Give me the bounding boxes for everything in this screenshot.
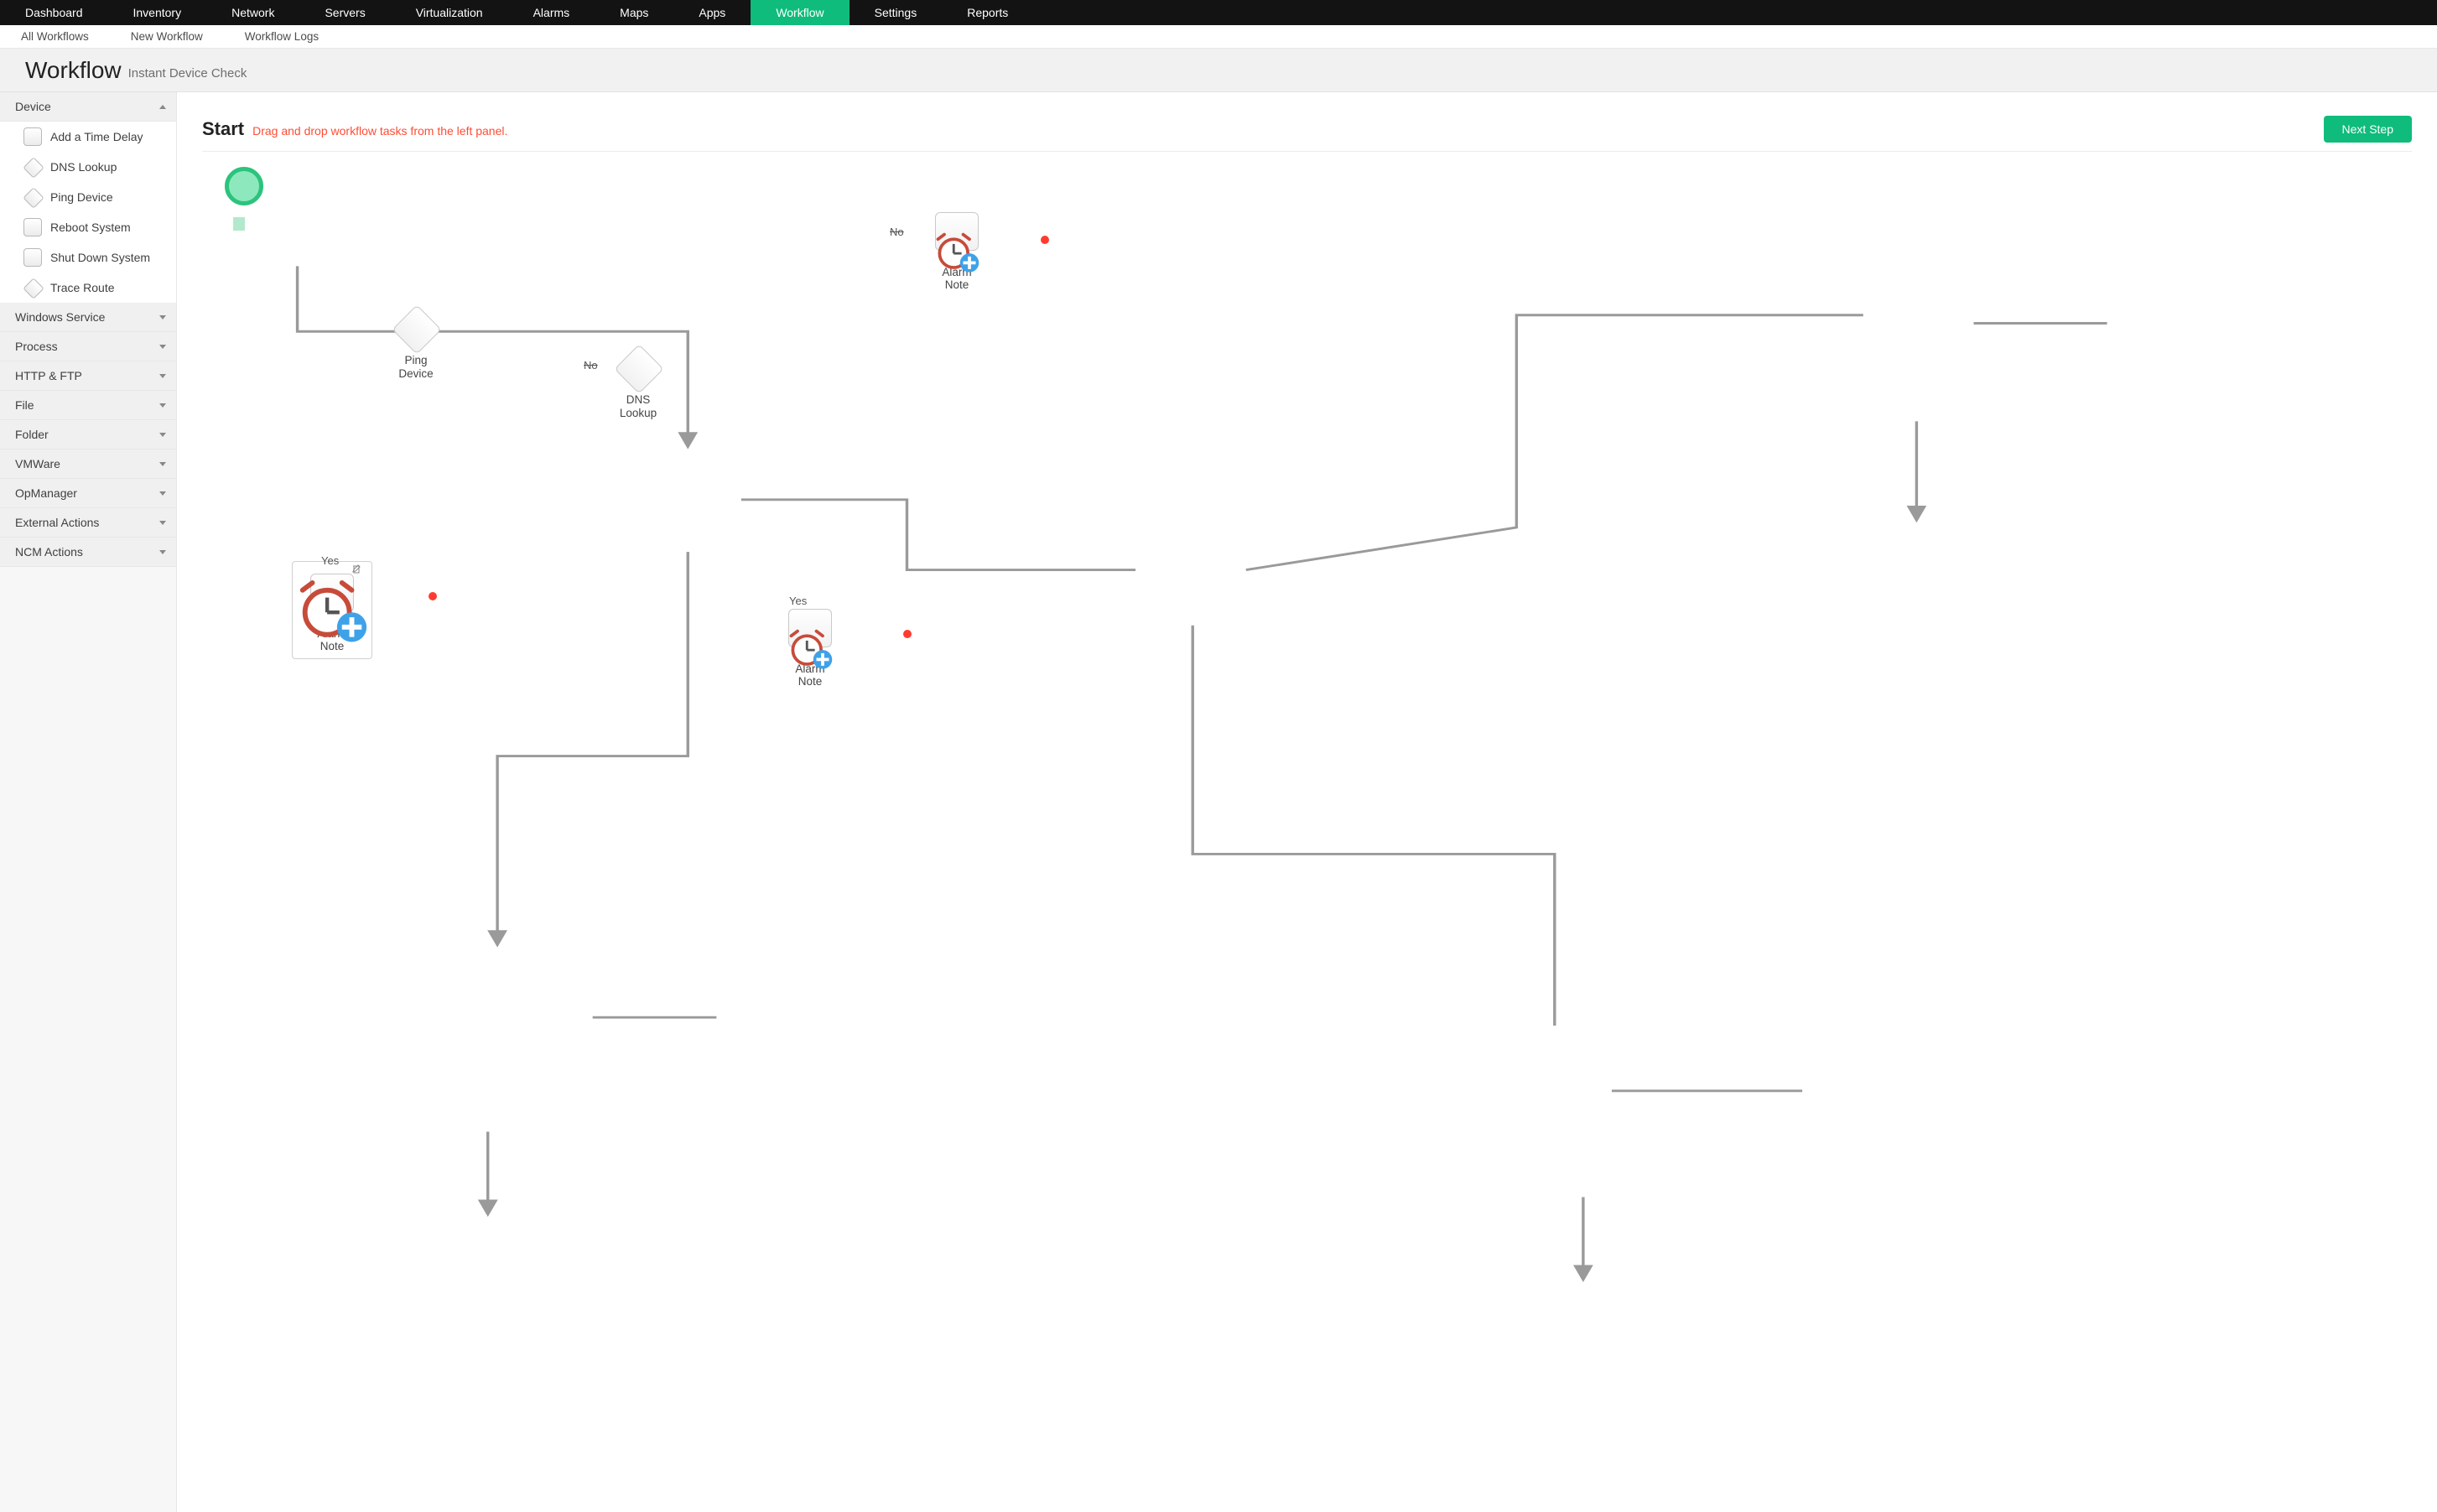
canvas-hint: Drag and drop workflow tasks from the le… <box>252 124 507 138</box>
title-bar: Workflow Instant Device Check <box>0 49 2437 92</box>
endpoint-dot[interactable] <box>1041 236 1049 244</box>
sidebar-cat-label: HTTP & FTP <box>15 369 82 382</box>
sidebar-cat-file[interactable]: File <box>0 391 176 420</box>
sidebar-item-label: Reboot System <box>50 221 131 234</box>
diamond-icon <box>23 158 42 176</box>
chevron-down-icon <box>159 462 166 466</box>
rect-icon <box>23 218 42 236</box>
rect-icon <box>23 127 42 146</box>
sidebar-item-trace-route[interactable]: Trace Route <box>0 273 176 303</box>
edge-label-dns-yes: Yes <box>789 595 807 607</box>
alarm-icon <box>788 609 832 647</box>
sidebar-cat-label: External Actions <box>15 516 99 529</box>
chevron-down-icon <box>159 491 166 496</box>
sidebar-item-label: DNS Lookup <box>50 160 117 174</box>
top-nav: DashboardInventoryNetworkServersVirtuali… <box>0 0 2437 25</box>
sidebar: Device Add a Time Delay DNS Lookup Ping Dev… <box>0 92 177 1512</box>
top-nav-inventory[interactable]: Inventory <box>108 0 207 25</box>
next-step-button[interactable]: Next Step <box>2324 116 2412 143</box>
sidebar-cat-folder[interactable]: Folder <box>0 420 176 449</box>
connectors-layer <box>202 152 2412 1491</box>
sidebar-cat-label: Device <box>15 100 51 113</box>
chevron-down-icon <box>159 550 166 554</box>
workflow-canvas[interactable]: PingDevice DNS DNSLookup <box>202 152 2412 1491</box>
sidebar-cat-label: Process <box>15 340 58 353</box>
start-handle[interactable] <box>233 217 245 231</box>
sidebar-cat-external-actions[interactable]: External Actions <box>0 508 176 538</box>
sidebar-cat-opmanager[interactable]: OpManager <box>0 479 176 508</box>
sidebar-cat-label: VMWare <box>15 457 60 470</box>
canvas-title: Start <box>202 118 244 140</box>
start-node[interactable] <box>225 167 263 205</box>
page-title: Workflow <box>25 57 122 84</box>
sub-nav-workflow-logs[interactable]: Workflow Logs <box>224 25 340 48</box>
sidebar-cat-label: Folder <box>15 428 49 441</box>
edge-label-dns-no: No <box>890 226 904 238</box>
page-subtitle: Instant Device Check <box>128 66 247 81</box>
sub-nav-all-workflows[interactable]: All Workflows <box>0 25 110 48</box>
top-nav-servers[interactable]: Servers <box>299 0 390 25</box>
sidebar-cat-device[interactable]: Device <box>0 92 176 122</box>
diamond-icon <box>23 278 42 297</box>
sidebar-item-dns-lookup[interactable]: DNS Lookup <box>0 152 176 182</box>
node-add-alarm-note-left[interactable]: AddAlarmNote <box>292 561 372 659</box>
node-dns-lookup[interactable]: DNS DNSLookup <box>613 345 663 419</box>
sub-nav: All WorkflowsNew WorkflowWorkflow Logs <box>0 25 2437 49</box>
top-nav-maps[interactable]: Maps <box>595 0 673 25</box>
canvas-header: Start Drag and drop workflow tasks from … <box>202 116 2412 152</box>
endpoint-dot[interactable] <box>429 592 437 600</box>
chevron-down-icon <box>159 374 166 378</box>
top-nav-alarms[interactable]: Alarms <box>508 0 595 25</box>
sidebar-cat-label: Windows Service <box>15 310 105 324</box>
sidebar-cat-ncm-actions[interactable]: NCM Actions <box>0 538 176 567</box>
sidebar-item-label: Trace Route <box>50 281 115 294</box>
chevron-down-icon <box>159 403 166 408</box>
alarm-icon <box>310 574 354 612</box>
edge-label-ping-yes: Yes <box>321 554 339 567</box>
top-nav-network[interactable]: Network <box>206 0 299 25</box>
node-add-alarm-note-top[interactable]: AddAlarmNote <box>932 212 982 292</box>
node-label: DNSLookup <box>613 393 663 419</box>
sidebar-cat-http-ftp[interactable]: HTTP & FTP <box>0 361 176 391</box>
diamond-icon <box>23 188 42 206</box>
node-ping-device[interactable]: PingDevice <box>391 305 441 380</box>
chevron-down-icon <box>159 345 166 349</box>
top-nav-settings[interactable]: Settings <box>850 0 943 25</box>
sidebar-item-reboot-system[interactable]: Reboot System <box>0 212 176 242</box>
sidebar-cat-label: File <box>15 398 34 412</box>
top-nav-virtualization[interactable]: Virtualization <box>391 0 508 25</box>
sidebar-cat-windows-service[interactable]: Windows Service <box>0 303 176 332</box>
chevron-up-icon <box>159 105 166 109</box>
sidebar-cat-label: OpManager <box>15 486 77 500</box>
sub-nav-new-workflow[interactable]: New Workflow <box>110 25 224 48</box>
edge-label-ping-no: No <box>584 359 598 372</box>
sidebar-item-ping-device[interactable]: Ping Device <box>0 182 176 212</box>
canvas-area: Start Drag and drop workflow tasks from … <box>177 92 2437 1512</box>
node-add-alarm-note-right[interactable]: AddAlarmNote <box>785 609 835 688</box>
node-label: PingDevice <box>391 354 441 380</box>
chevron-down-icon <box>159 433 166 437</box>
top-nav-workflow[interactable]: Workflow <box>751 0 849 25</box>
top-nav-dashboard[interactable]: Dashboard <box>0 0 108 25</box>
sidebar-item-shut-down-system[interactable]: Shut Down System <box>0 242 176 273</box>
chevron-down-icon <box>159 315 166 320</box>
sidebar-cat-label: NCM Actions <box>15 545 83 559</box>
top-nav-reports[interactable]: Reports <box>942 0 1033 25</box>
chevron-down-icon <box>159 521 166 525</box>
sidebar-item-label: Add a Time Delay <box>50 130 143 143</box>
sidebar-item-label: Ping Device <box>50 190 113 204</box>
sidebar-cat-vmware[interactable]: VMWare <box>0 449 176 479</box>
rect-icon <box>23 248 42 267</box>
top-nav-apps[interactable]: Apps <box>673 0 751 25</box>
sidebar-item-label: Shut Down System <box>50 251 150 264</box>
endpoint-dot[interactable] <box>903 630 912 638</box>
alarm-icon <box>935 212 979 251</box>
sidebar-cat-process[interactable]: Process <box>0 332 176 361</box>
sidebar-item-add-a-time-delay[interactable]: Add a Time Delay <box>0 122 176 152</box>
